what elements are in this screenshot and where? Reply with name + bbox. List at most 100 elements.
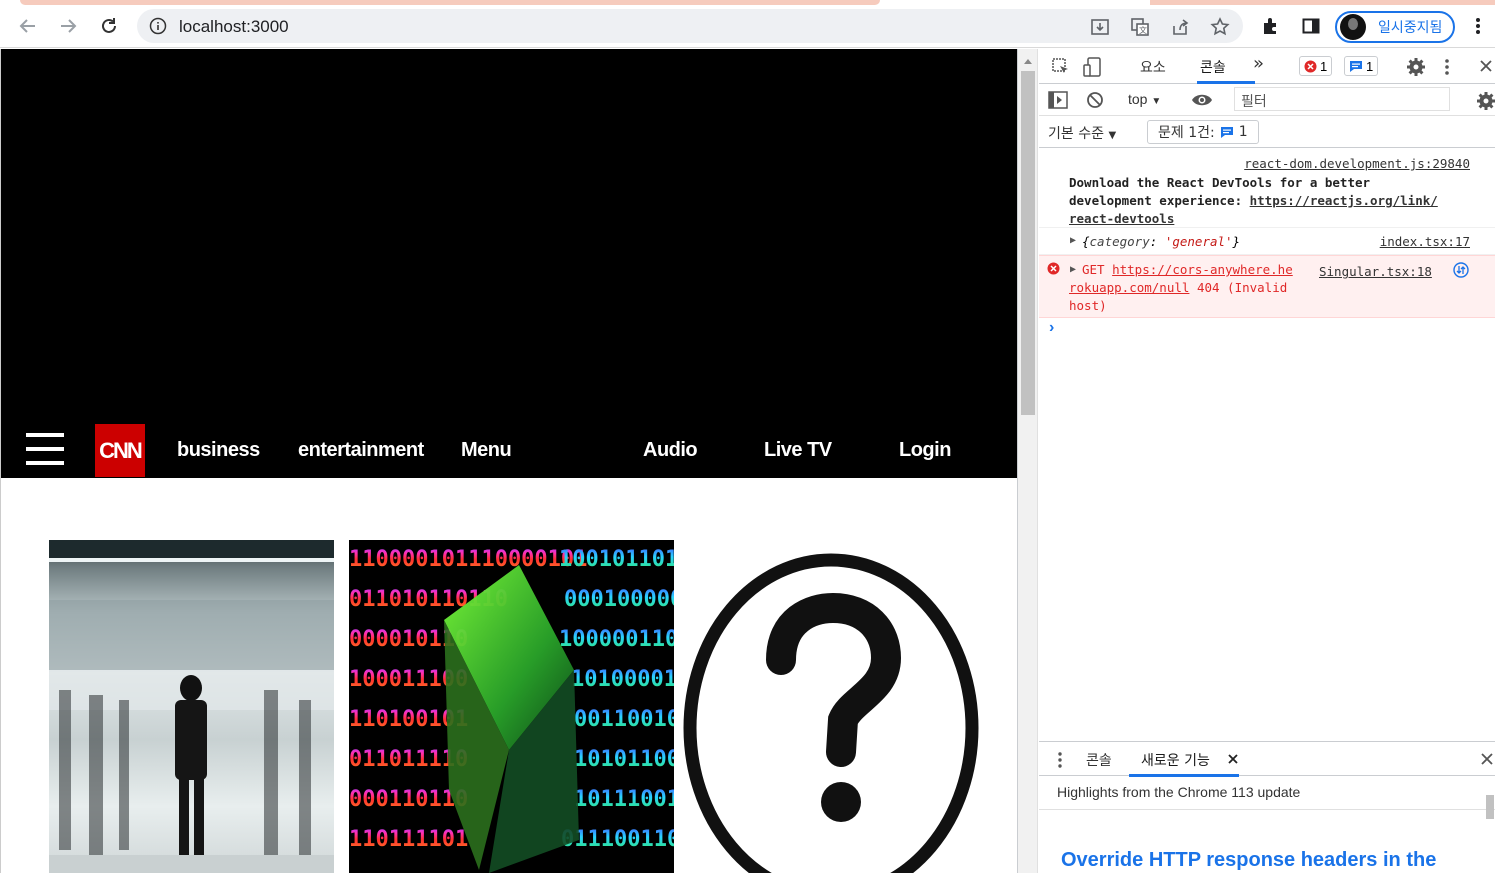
devtools-panel: 요소 콘솔 » 1 1 top ▼ 필터 기본 수준 ▼ 문제 1건: 1 re…: [1017, 49, 1495, 873]
side-panel-icon[interactable]: [1298, 12, 1324, 40]
chevron-down-icon: ▼: [1108, 130, 1117, 141]
inspect-element-icon[interactable]: [1051, 57, 1071, 77]
scrollbar-thumb[interactable]: [1021, 71, 1035, 415]
reload-button[interactable]: [96, 13, 122, 39]
console-toolbar: top ▼ 필터: [1039, 84, 1495, 116]
arrow-right-icon: [61, 19, 77, 33]
drawer-tab-console[interactable]: 콘솔: [1086, 750, 1112, 770]
nav-link-menu[interactable]: Menu: [461, 439, 512, 462]
more-tabs-button[interactable]: »: [1253, 53, 1264, 74]
message-count: 1: [1366, 58, 1374, 74]
network-request-icon[interactable]: [1453, 262, 1469, 278]
chevron-down-icon: ▼: [1151, 96, 1162, 107]
site-navbar: CNN business entertainment Menu Audio Li…: [1, 419, 1017, 478]
chrome-menu-icon[interactable]: [1466, 12, 1490, 40]
context-selector[interactable]: top ▼: [1128, 91, 1161, 107]
svg-text:100101101: 100101101: [559, 547, 674, 572]
message-icon: [1220, 126, 1233, 138]
error-icon: [1304, 60, 1317, 72]
nav-link-business[interactable]: business: [177, 439, 260, 462]
whats-new-headline[interactable]: Override HTTP response headers in the: [1061, 849, 1436, 872]
profile-button[interactable]: 일시중지됨: [1335, 11, 1455, 43]
translate-icon[interactable]: 文: [1129, 17, 1151, 37]
expand-triangle-icon[interactable]: ▶: [1070, 264, 1076, 275]
extensions-icon[interactable]: [1258, 12, 1284, 40]
drawer-scrollbar-thumb[interactable]: [1486, 795, 1494, 819]
close-icon[interactable]: [1479, 59, 1493, 73]
error-icon: [1047, 262, 1060, 275]
share-icon[interactable]: [1169, 17, 1191, 37]
svg-text:10100001: 10100001: [571, 667, 674, 692]
message-text-prefix: development experience:: [1069, 193, 1250, 208]
address-bar[interactable]: localhost:3000 文: [137, 9, 1243, 43]
message-line: Download the React DevTools for a better: [1069, 175, 1371, 190]
article-image-subway[interactable]: [49, 540, 334, 873]
nav-link-login[interactable]: Login: [899, 439, 951, 462]
url-text[interactable]: localhost:3000: [179, 17, 289, 37]
log-levels-dropdown[interactable]: 기본 수준 ▼: [1048, 123, 1116, 143]
bookmark-star-icon[interactable]: [1209, 17, 1231, 37]
forward-button[interactable]: [55, 13, 81, 39]
clear-console-icon[interactable]: [1086, 91, 1104, 109]
object-preview[interactable]: {category: 'general'}: [1082, 234, 1240, 249]
console-prompt[interactable]: ›: [1049, 319, 1054, 337]
message-count-badge[interactable]: 1: [1344, 56, 1379, 76]
svg-text:0001000000: 0001000000: [564, 587, 674, 612]
svg-text:1011100110: 1011100110: [574, 787, 674, 812]
drawer-tabbar: 콘솔 새로운 기능: [1039, 741, 1495, 777]
sidebar-toggle-icon[interactable]: [1048, 91, 1068, 109]
settings-gear-icon[interactable]: [1406, 57, 1426, 77]
request-url[interactable]: rokuapp.com/null: [1069, 280, 1189, 295]
install-icon[interactable]: [1089, 17, 1111, 37]
drawer-menu-icon[interactable]: [1058, 751, 1062, 769]
drawer-tab-whats-new[interactable]: 새로운 기능: [1141, 750, 1210, 770]
error-text: GET https://cors-anywhere.he: [1082, 261, 1332, 279]
svg-text:文: 文: [1139, 25, 1147, 35]
scroll-up-icon[interactable]: [1023, 57, 1033, 65]
article-image-question-mark[interactable]: [681, 540, 981, 873]
object-separator: :: [1149, 234, 1165, 249]
error-count-badge[interactable]: 1: [1299, 56, 1333, 76]
log-levels-label: 기본 수준: [1048, 126, 1104, 142]
message-icon: [1350, 60, 1362, 72]
console-filter-input[interactable]: 필터: [1234, 87, 1450, 111]
devtools-menu-icon[interactable]: [1444, 57, 1450, 77]
nav-link-audio[interactable]: Audio: [643, 439, 698, 462]
request-status: 404 (Invalid: [1189, 280, 1288, 295]
cnn-logo[interactable]: CNN: [95, 424, 145, 477]
devtools-tabbar: 요소 콘솔 » 1 1: [1039, 49, 1495, 84]
console-message: ▶ {category: 'general'} index.tsx:17: [1039, 228, 1495, 255]
reload-icon: [102, 18, 116, 33]
console-subtoolbar: 기본 수준 ▼ 문제 1건: 1: [1039, 116, 1495, 148]
svg-text:10101100: 10101100: [574, 747, 674, 772]
nav-link-live-tv[interactable]: Live TV: [764, 439, 832, 462]
source-link[interactable]: index.tsx:17: [1380, 234, 1470, 249]
close-tab-icon[interactable]: [1228, 754, 1238, 764]
tab-elements[interactable]: 요소: [1140, 57, 1166, 77]
article-image-binary-cube[interactable]: 110000101110000101 011010110110 00001011…: [349, 540, 674, 873]
message-link[interactable]: https://reactjs.org/link/: [1250, 193, 1438, 208]
device-toolbar-icon[interactable]: [1083, 56, 1103, 78]
issues-count: 1: [1238, 124, 1248, 140]
message-line: development experience: https://reactjs.…: [1069, 192, 1438, 210]
message-link[interactable]: react-devtools: [1069, 210, 1438, 228]
video-player[interactable]: [1, 49, 1017, 419]
request-url[interactable]: https://cors-anywhere.he: [1112, 262, 1293, 277]
source-link[interactable]: react-dom.development.js:29840: [1244, 156, 1470, 171]
back-button[interactable]: [15, 13, 41, 39]
issues-button[interactable]: 문제 1건: 1: [1147, 120, 1259, 144]
hamburger-menu-icon[interactable]: [26, 433, 64, 467]
tab-console[interactable]: 콘솔: [1200, 57, 1226, 77]
expand-triangle-icon[interactable]: ▶: [1070, 235, 1076, 246]
svg-text:0011001011: 0011001011: [574, 707, 674, 732]
info-icon[interactable]: [149, 17, 167, 35]
close-drawer-icon[interactable]: [1480, 752, 1494, 766]
console-message: react-dom.development.js:29840 Download …: [1039, 148, 1495, 228]
page-scrollbar[interactable]: [1018, 49, 1038, 873]
nav-link-entertainment[interactable]: entertainment: [298, 439, 424, 462]
source-link[interactable]: Singular.tsx:18: [1319, 264, 1432, 279]
message-line: GET https://cors-anywhere.he: [1082, 261, 1332, 279]
live-expression-eye-icon[interactable]: [1191, 92, 1213, 108]
svg-text:100000110: 100000110: [559, 627, 674, 652]
console-settings-icon[interactable]: [1476, 91, 1495, 111]
